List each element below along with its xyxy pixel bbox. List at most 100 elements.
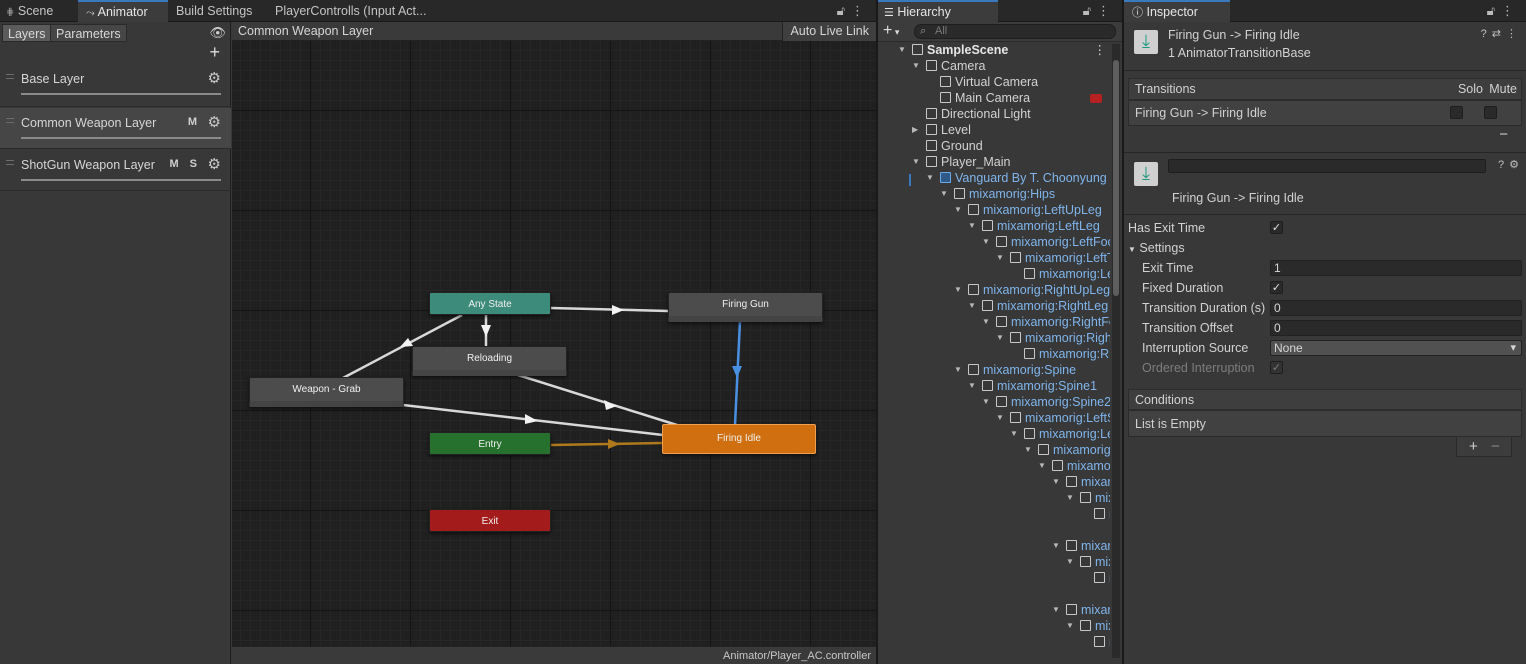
header-icons[interactable]: ?⇄⋮ — [1481, 27, 1522, 40]
layer-weight-bar[interactable] — [21, 93, 221, 95]
state-machine-graph[interactable] — [232, 22, 876, 664]
expand-arrow-icon[interactable]: ▼ — [1066, 490, 1076, 506]
tab-parameters[interactable]: Parameters — [50, 24, 127, 42]
menu-icon[interactable]: ⋮ — [1097, 3, 1116, 18]
hierarchy-item[interactable]: ▼ mixamorig:LeftHandPinky1 — [878, 602, 1110, 618]
transition-duration-field[interactable]: 0 — [1270, 300, 1522, 316]
collapse-arrow-icon[interactable]: ▶ — [912, 122, 922, 138]
eye-icon[interactable]: 👁︎ — [209, 25, 226, 41]
hierarchy-item[interactable]: ▼ SampleScene ⋮ — [878, 42, 1110, 58]
layer-weight-bar[interactable] — [21, 137, 221, 139]
scene-menu-icon[interactable]: ⋮ — [1094, 42, 1107, 58]
hierarchy-item[interactable]: ▼ Player_Main — [878, 154, 1110, 170]
transition-name-field[interactable] — [1168, 159, 1486, 173]
auto-live-link-button[interactable]: Auto Live Link — [782, 22, 876, 41]
expand-arrow-icon[interactable]: ▼ — [1010, 426, 1020, 442]
hierarchy-item[interactable]: Virtual Camera — [878, 74, 1110, 90]
hierarchy-item[interactable]: ▼ mixamorig:LeftHandMiddle1 — [878, 538, 1110, 554]
create-button[interactable]: + ▾ — [883, 22, 899, 40]
hierarchy-item[interactable]: ▼ mixamorig:LeftForeArm — [878, 442, 1110, 458]
expand-arrow-icon[interactable]: ▼ — [940, 186, 950, 202]
expand-arrow-icon[interactable]: ▼ — [898, 42, 908, 58]
add-layer-button[interactable]: + — [209, 42, 220, 63]
expand-arrow-icon[interactable]: ▼ — [996, 410, 1006, 426]
menu-icon[interactable]: ⋮ — [851, 3, 870, 18]
hierarchy-item[interactable]: ▼ mixamorig:LeftHandIndex2 — [878, 490, 1110, 506]
expand-arrow-icon[interactable]: ▼ — [1052, 602, 1062, 618]
hierarchy-scrollbar[interactable] — [1112, 44, 1120, 658]
tab-player-controls[interactable]: PlayerControlls (Input Act... — [275, 0, 426, 22]
hierarchy-item[interactable]: ▼ Vanguard By T. Choonyung — [878, 170, 1110, 186]
hierarchy-item[interactable]: ▼ mixamorig:LeftToeBase — [878, 250, 1110, 266]
tab-inspector[interactable]: ⓘ Inspector — [1124, 0, 1230, 22]
hierarchy-item[interactable]: ▼ mixamorig:LeftShoulder — [878, 410, 1110, 426]
hierarchy-item[interactable]: ▼ mixamorig:LeftHandPinky2 — [878, 618, 1110, 634]
search-input[interactable]: ⌕ All — [914, 24, 1116, 39]
gear-icon[interactable]: ⚙ — [208, 69, 221, 87]
mute-checkbox[interactable] — [1484, 106, 1497, 119]
state-firing-idle[interactable]: Firing Idle — [662, 424, 816, 454]
hierarchy-item[interactable]: ▼ mixamorig:RightUpLeg — [878, 282, 1110, 298]
expand-arrow-icon[interactable]: ▼ — [996, 330, 1006, 346]
expand-arrow-icon[interactable]: ▼ — [1066, 618, 1076, 634]
state-any-state[interactable]: Any State — [429, 292, 551, 315]
expand-arrow-icon[interactable]: ▼ — [1038, 458, 1048, 474]
hierarchy-item[interactable]: mixamorig:LeftToe_End — [878, 266, 1110, 282]
menu-icon[interactable]: ⋮ — [1506, 28, 1522, 40]
has-exit-time-checkbox[interactable]: ✓ — [1270, 221, 1283, 234]
state-firing-gun[interactable]: Firing Gun — [668, 292, 823, 322]
lock-icon[interactable]: 🔓︎ — [1083, 3, 1097, 18]
layer-common-weapon[interactable]: Common Weapon Layer M ⚙ — [0, 108, 231, 148]
hierarchy-item[interactable]: ▼ mixamorig:LeftLeg — [878, 218, 1110, 234]
presets-icon[interactable]: ⇄ — [1492, 28, 1506, 40]
expand-arrow-icon[interactable]: ▼ — [982, 234, 992, 250]
expand-arrow-icon[interactable]: ▼ — [1024, 442, 1034, 458]
state-entry[interactable]: Entry — [429, 432, 551, 455]
lock-icon[interactable]: 🔓︎ — [1487, 3, 1501, 18]
hierarchy-item[interactable]: ▼ mixamorig:LeftHandMiddle2 — [878, 554, 1110, 570]
tab-scene[interactable]: ⋕ Scene — [6, 0, 53, 22]
interruption-source-dropdown[interactable]: None — [1270, 340, 1522, 356]
window-controls[interactable]: 🔓︎⋮ — [837, 3, 870, 19]
hierarchy-item[interactable]: ▼ mixamorig:Spine — [878, 362, 1110, 378]
drag-handle-icon[interactable] — [6, 74, 14, 79]
transition-header-icons[interactable]: ?⚙ — [1498, 158, 1524, 171]
remove-condition-button[interactable]: − — [1491, 438, 1500, 455]
tab-hierarchy[interactable]: ☰ Hierarchy — [878, 0, 998, 22]
gear-icon[interactable]: ⚙ — [208, 155, 221, 173]
drag-handle-icon[interactable] — [6, 118, 14, 123]
scrollbar-thumb[interactable] — [1113, 60, 1119, 296]
hierarchy-item[interactable]: mixamorig:LeftHandPinky3 — [878, 634, 1110, 650]
help-icon[interactable]: ? — [1498, 159, 1509, 171]
hierarchy-item[interactable]: ▼ mixamorig:RightLeg — [878, 298, 1110, 314]
expand-arrow-icon[interactable]: ▼ — [1066, 554, 1076, 570]
window-controls[interactable]: 🔓︎⋮ — [1083, 3, 1116, 19]
expand-arrow-icon[interactable]: ▼ — [968, 298, 978, 314]
expand-arrow-icon[interactable]: ▼ — [912, 58, 922, 74]
expand-arrow-icon[interactable]: ▼ — [1052, 474, 1062, 490]
breadcrumb[interactable]: Common Weapon Layer — [238, 24, 373, 38]
transition-offset-field[interactable]: 0 — [1270, 320, 1522, 336]
expand-arrow-icon[interactable]: ▼ — [954, 282, 964, 298]
hierarchy-item[interactable]: ▼ mixamorig:LeftArm — [878, 426, 1110, 442]
hierarchy-item[interactable]: ▼ mixamorig:LeftHand — [878, 458, 1110, 474]
expand-arrow-icon[interactable]: ▼ — [982, 394, 992, 410]
expand-arrow-icon[interactable]: ▼ — [968, 378, 978, 394]
hierarchy-item[interactable]: mixamorig:RightToe_End — [878, 346, 1110, 362]
tab-layers[interactable]: Layers — [2, 24, 52, 42]
hierarchy-item[interactable]: Ground — [878, 138, 1110, 154]
fixed-duration-checkbox[interactable]: ✓ — [1270, 281, 1283, 294]
hierarchy-item[interactable]: ▼ Camera — [878, 58, 1110, 74]
hierarchy-item[interactable]: ▼ mixamorig:LeftUpLeg — [878, 202, 1110, 218]
hierarchy-item[interactable]: ▼ mixamorig:Hips — [878, 186, 1110, 202]
gear-icon[interactable]: ⚙ — [208, 113, 221, 131]
hierarchy-item[interactable]: ▼ mixamorig:LeftHandIndex1 — [878, 474, 1110, 490]
hierarchy-item[interactable]: mixamorig:LeftHandIndex3 — [878, 506, 1110, 522]
hierarchy-item[interactable]: ▼ mixamorig:RightToeBase — [878, 330, 1110, 346]
expand-arrow-icon[interactable]: ▼ — [1052, 538, 1062, 554]
expand-arrow-icon[interactable]: ▼ — [912, 154, 922, 170]
state-weapon-grab[interactable]: Weapon - Grab — [249, 377, 404, 407]
layer-shotgun-weapon[interactable]: ShotGun Weapon Layer M S ⚙ — [0, 150, 231, 190]
settings-foldout[interactable]: ▼ Settings — [1128, 241, 1185, 255]
transition-item[interactable]: Firing Gun -> Firing Idle — [1135, 106, 1267, 120]
